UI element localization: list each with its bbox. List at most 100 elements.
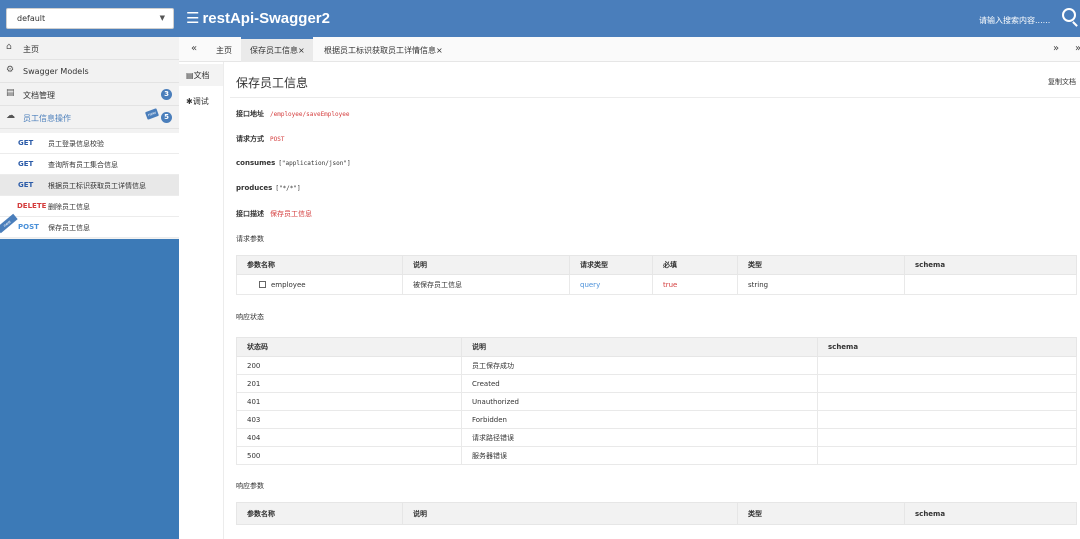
- top-bar: default ▼ ☰ restApi-Swagger2 请输入搜索内容.....…: [0, 0, 1080, 37]
- api-label: 删除员工信息: [48, 203, 90, 211]
- doc-debug-tabs: ▤文档 ✱调试: [179, 62, 224, 539]
- method-label: 请求方式: [236, 135, 264, 143]
- sidebar-item-label: Swagger Models: [23, 67, 89, 76]
- table-cell: 被保存员工信息: [402, 274, 570, 295]
- api-label: 查询所有员工集合信息: [48, 161, 118, 169]
- brand-title: ☰ restApi-Swagger2: [186, 10, 330, 27]
- tab-doc[interactable]: ▤文档: [179, 64, 223, 86]
- document-icon: ▤: [186, 71, 194, 80]
- table-cell: Forbidden: [461, 410, 818, 429]
- table-row: 200 员工保存成功: [236, 356, 1077, 375]
- table-cell: 404: [236, 428, 462, 447]
- table-cell: [817, 374, 1077, 393]
- method-value: POST: [270, 136, 285, 143]
- consumes-label: consumes: [236, 159, 276, 167]
- divider: [230, 97, 1080, 98]
- api-label: 保存员工信息: [48, 224, 90, 232]
- api-item-save[interactable]: new POST 保存员工信息: [0, 213, 179, 238]
- table-cell: string: [737, 274, 905, 295]
- table-cell: 401: [236, 392, 462, 411]
- table-cell: Created: [461, 374, 818, 393]
- method-badge: GET: [18, 181, 34, 189]
- table-cell: 500: [236, 446, 462, 465]
- tab-save-employee[interactable]: 保存员工信息×: [241, 37, 313, 62]
- doc-panel: 保存员工信息 复制文档 接口地址/employee/saveEmployee 请…: [224, 62, 1080, 539]
- column-header: 说明: [402, 502, 738, 525]
- cloud-icon: ☁: [6, 111, 15, 121]
- table-cell: 服务器错误: [461, 446, 818, 465]
- method-badge: GET: [18, 160, 34, 168]
- tabs-next-button[interactable]: »: [1053, 43, 1059, 54]
- table-row: 403 Forbidden: [236, 410, 1077, 429]
- copy-doc-button[interactable]: 复制文档: [1048, 77, 1076, 87]
- api-item-query-all[interactable]: GET 查询所有员工集合信息: [0, 154, 179, 175]
- desc-row: 接口描述 保存员工信息: [236, 209, 312, 219]
- url-row: 接口地址/employee/saveEmployee: [236, 109, 349, 119]
- menu-bars-icon[interactable]: ☰: [186, 10, 199, 27]
- api-label: 根据员工标识获取员工详情信息: [48, 182, 146, 190]
- api-item-get-detail[interactable]: GET 根据员工标识获取员工详情信息: [0, 175, 179, 196]
- url-label: 接口地址: [236, 110, 264, 118]
- tab-label: 文档: [193, 71, 210, 80]
- group-select[interactable]: default ▼: [6, 8, 174, 29]
- produces-label: produces: [236, 184, 273, 192]
- table-header-row: 状态码 说明 schema: [236, 337, 1077, 357]
- table-header-row: 参数名称 说明 请求类型 必填 类型 schema: [236, 255, 1077, 275]
- column-header: schema: [904, 255, 1077, 275]
- table-cell: [904, 274, 1077, 295]
- response-status-heading: 响应状态: [236, 313, 264, 321]
- param-name: employee: [271, 280, 306, 289]
- tabs-prev-button[interactable]: «: [191, 43, 197, 54]
- consumes-value: ["application/json"]: [278, 160, 351, 167]
- tab-home[interactable]: 主页: [216, 37, 232, 62]
- column-header: 类型: [737, 502, 905, 525]
- table-cell: 200: [236, 356, 462, 375]
- tab-bar: « 主页 保存员工信息× 根据员工标识获取员工详情信息× » »: [179, 37, 1080, 62]
- page-title: 保存员工信息: [236, 76, 309, 90]
- table-row: 201 Created: [236, 374, 1077, 393]
- tab-debug[interactable]: ✱调试: [179, 90, 223, 112]
- table-cell: [817, 446, 1077, 465]
- column-header: 请求类型: [569, 255, 653, 275]
- produces-row: produces ["*/*"]: [236, 184, 301, 192]
- table-cell: 403: [236, 410, 462, 429]
- column-header: 参数名称: [236, 255, 403, 275]
- sidebar-item-label: 主页: [23, 45, 39, 54]
- table-cell: Unauthorized: [461, 392, 818, 411]
- request-params-heading: 请求参数: [236, 235, 264, 243]
- new-tag: new: [144, 108, 160, 120]
- tab-employee-detail[interactable]: 根据员工标识获取员工详情信息×: [324, 37, 443, 62]
- column-header: 类型: [737, 255, 905, 275]
- url-value: /employee/saveEmployee: [270, 111, 350, 118]
- new-ribbon: new: [0, 213, 18, 234]
- sidebar-item-swagger-models[interactable]: ⚙ Swagger Models: [0, 60, 179, 83]
- sidebar-item-label: 文档管理: [23, 91, 55, 100]
- table-header-row: 参数名称 说明 类型 schema: [236, 502, 1077, 525]
- search-icon[interactable]: [1062, 8, 1076, 22]
- column-header: 必填: [652, 255, 738, 275]
- sidebar-item-label: 员工信息操作: [23, 114, 71, 123]
- api-label: 员工登录信息校验: [48, 140, 104, 148]
- document-icon: ▤: [6, 88, 15, 98]
- column-header: 状态码: [236, 337, 462, 357]
- sidebar-item-home[interactable]: ⌂ 主页: [0, 37, 179, 60]
- method-row: 请求方式 POST: [236, 134, 284, 144]
- table-cell: [817, 392, 1077, 411]
- tab-label: 调试: [192, 97, 209, 106]
- sidebar-item-employee-ops[interactable]: ☁ 员工信息操作 new 5: [0, 106, 179, 129]
- param-toggle-icon[interactable]: [259, 280, 266, 288]
- table-cell: true: [652, 274, 738, 295]
- api-item-delete[interactable]: DELETE 删除员工信息: [0, 196, 179, 217]
- sidebar-item-doc-management[interactable]: ▤ 文档管理 3: [0, 83, 179, 106]
- table-cell: [817, 410, 1077, 429]
- chevron-down-icon: ▼: [159, 14, 165, 22]
- tabs-close-menu-button[interactable]: »: [1075, 43, 1080, 54]
- method-badge: DELETE: [17, 202, 47, 210]
- column-header: 参数名称: [236, 502, 403, 525]
- table-cell: 201: [236, 374, 462, 393]
- search-input[interactable]: 请输入搜索内容......: [979, 15, 1050, 26]
- table-row: 500 服务器错误: [236, 446, 1077, 465]
- table-cell: 请求路径错误: [461, 428, 818, 447]
- column-header: 说明: [461, 337, 818, 357]
- api-item-login-check[interactable]: GET 员工登录信息校验: [0, 133, 179, 154]
